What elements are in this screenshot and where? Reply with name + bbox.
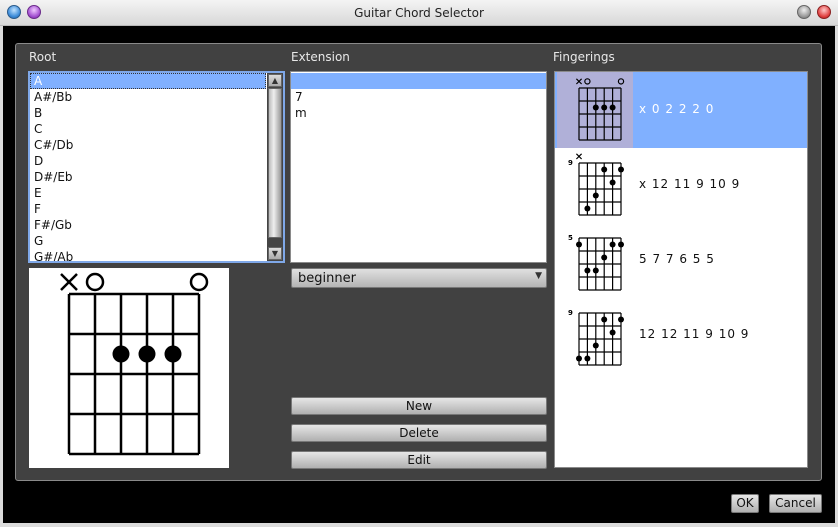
scroll-thumb[interactable] (268, 88, 282, 238)
close-icon[interactable] (817, 5, 831, 19)
extension-item[interactable]: 7 (291, 89, 546, 105)
chevron-down-icon: ▼ (535, 271, 542, 281)
finger-dot (576, 241, 582, 248)
finger-dot (609, 179, 616, 186)
edit-button[interactable]: Edit (291, 451, 547, 469)
ok-button[interactable]: OK (731, 494, 759, 513)
root-item[interactable]: D (30, 153, 266, 169)
open-string-icon (85, 272, 105, 292)
extension-item[interactable] (291, 73, 546, 89)
level-select-value: beginner (298, 271, 356, 286)
mini-chord-diagram: 9 (568, 153, 624, 216)
fingering-text: x 12 11 9 10 9 (639, 177, 741, 191)
extension-item[interactable]: m (291, 105, 546, 121)
mini-chord-diagram: 5 (568, 234, 624, 291)
finger-dot (601, 166, 608, 173)
base-fret-label: 9 (568, 159, 573, 167)
new-button[interactable]: New (291, 397, 547, 415)
scroll-up-icon[interactable]: ▲ (268, 74, 282, 87)
fingering-thumbnail: 5 (557, 222, 633, 298)
minimize-icon[interactable] (797, 5, 811, 19)
finger-dot (138, 345, 156, 363)
finger-dot (601, 316, 608, 323)
scroll-down-icon[interactable]: ▼ (268, 247, 282, 260)
extension-list[interactable]: 7m (290, 71, 547, 263)
finger-dot (584, 355, 591, 362)
finger-dot (592, 104, 599, 111)
root-list[interactable]: A A#/Bb B C C#/Db D D#/Eb E F F#/Gb G G#/Ab ▲ ▼ (28, 71, 285, 263)
fingering-item[interactable]: 5 5 7 7 6 5 5 (555, 222, 807, 298)
fingering-item[interactable]: 9 12 12 11 9 10 9 (555, 297, 807, 373)
fingering-item[interactable]: 9 x 12 11 9 10 9 (555, 147, 807, 223)
fingering-thumbnail (557, 72, 633, 148)
window-title: Guitar Chord Selector (354, 6, 484, 20)
finger-dot (592, 267, 599, 274)
root-item[interactable]: C#/Db (30, 137, 266, 153)
fingering-text: x 0 2 2 2 0 (639, 102, 715, 116)
finger-dot (592, 342, 599, 349)
finger-dot (164, 345, 182, 363)
mini-chord-diagram (575, 78, 625, 141)
finger-dot (576, 355, 582, 362)
root-item[interactable]: G (30, 233, 266, 249)
finger-dot (618, 241, 624, 248)
fingerings-list[interactable]: x 0 2 2 2 0 9 x 12 11 9 10 9 5 5 7 7 6 5 5 9 1… (554, 71, 808, 468)
finger-dot (601, 254, 608, 261)
root-item[interactable]: G#/Ab (30, 249, 266, 261)
title-bar: Guitar Chord Selector (0, 0, 838, 26)
finger-dot (609, 241, 616, 248)
finger-dot (592, 192, 599, 199)
finger-dot (584, 205, 591, 212)
finger-dot (601, 104, 608, 111)
mini-chord-diagram: 9 (568, 309, 624, 366)
root-scrollbar[interactable]: ▲ ▼ (267, 73, 283, 261)
root-item[interactable]: B (30, 105, 266, 121)
finger-dot (618, 166, 624, 173)
fingerings-label: Fingerings (553, 50, 615, 64)
root-item[interactable]: A#/Bb (30, 89, 266, 105)
finger-dot (618, 316, 624, 323)
finger-dot (609, 104, 616, 111)
root-item[interactable]: F (30, 201, 266, 217)
open-string-icon (617, 78, 625, 85)
root-item[interactable]: D#/Eb (30, 169, 266, 185)
finger-dot (609, 329, 616, 336)
open-string-icon (189, 272, 209, 292)
fingering-text: 5 7 7 6 5 5 (639, 252, 715, 266)
chord-diagram-svg (60, 272, 209, 456)
fingering-thumbnail: 9 (557, 147, 633, 223)
open-string-icon (584, 78, 591, 85)
delete-button[interactable]: Delete (291, 424, 547, 442)
cancel-button[interactable]: Cancel (769, 494, 822, 513)
extension-label: Extension (291, 50, 350, 64)
base-fret-label: 9 (568, 309, 573, 317)
base-fret-label: 5 (568, 234, 573, 242)
fingering-text: 12 12 11 9 10 9 (639, 327, 750, 341)
chord-diagram (29, 268, 229, 468)
finger-dot (584, 267, 591, 274)
fingering-item[interactable]: x 0 2 2 2 0 (555, 72, 807, 148)
finger-dot (112, 345, 130, 363)
level-select[interactable]: beginner ▼ (291, 268, 547, 288)
root-item[interactable]: E (30, 185, 266, 201)
root-item[interactable]: A (30, 73, 266, 89)
fingering-thumbnail: 9 (557, 297, 633, 373)
root-label: Root (29, 50, 57, 64)
root-item[interactable]: C (30, 121, 266, 137)
root-item[interactable]: F#/Gb (30, 217, 266, 233)
